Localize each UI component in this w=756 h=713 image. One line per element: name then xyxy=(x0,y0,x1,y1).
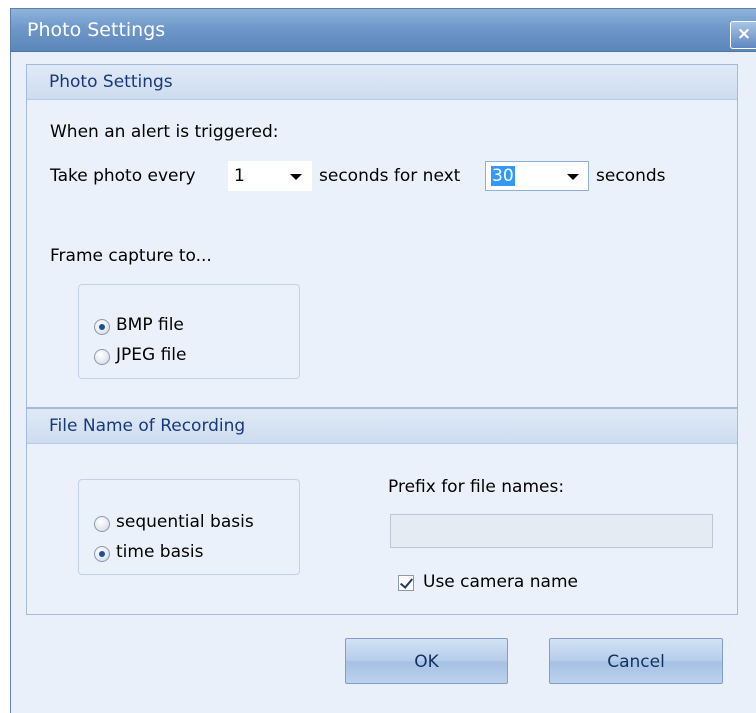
frame-capture-group: BMP file JPEG file xyxy=(78,284,300,379)
frame-capture-label: Frame capture to... xyxy=(50,246,212,266)
duration-dropdown[interactable]: 30 xyxy=(485,161,589,191)
bmp-label[interactable]: BMP file xyxy=(116,315,184,335)
title-bar[interactable]: Photo Settings × xyxy=(11,9,756,52)
alert-label: When an alert is triggered: xyxy=(50,122,279,142)
seconds-label: seconds xyxy=(596,166,666,186)
seconds-for-next-label: seconds for next xyxy=(319,166,461,186)
recording-header: File Name of Recording xyxy=(27,409,737,444)
take-photo-label: Take photo every xyxy=(50,166,196,186)
close-button[interactable]: × xyxy=(730,21,756,49)
photo-settings-panel: Photo Settings When an alert is triggere… xyxy=(26,64,738,408)
photo-settings-header: Photo Settings xyxy=(27,65,737,100)
ok-button[interactable]: OK xyxy=(345,638,508,684)
close-icon: × xyxy=(736,24,752,44)
recording-panel: File Name of Recording sequential basis … xyxy=(26,408,738,615)
jpeg-radio[interactable] xyxy=(94,349,110,365)
use-camera-name-checkbox[interactable] xyxy=(398,575,414,591)
duration-value: 30 xyxy=(491,166,515,186)
cancel-button[interactable]: Cancel xyxy=(549,638,723,684)
chevron-down-icon xyxy=(567,174,579,180)
time-basis-radio[interactable] xyxy=(94,546,110,562)
window-title: Photo Settings xyxy=(27,19,166,41)
chevron-down-icon xyxy=(290,174,302,180)
bmp-radio[interactable] xyxy=(94,319,110,335)
prefix-label: Prefix for file names: xyxy=(388,477,565,497)
use-camera-name-label[interactable]: Use camera name xyxy=(423,572,578,592)
jpeg-label[interactable]: JPEG file xyxy=(116,345,186,365)
prefix-input[interactable] xyxy=(390,514,713,548)
interval-value: 1 xyxy=(234,166,245,186)
sequential-radio[interactable] xyxy=(94,516,110,532)
time-basis-label[interactable]: time basis xyxy=(116,542,203,562)
naming-group: sequential basis time basis xyxy=(78,479,300,575)
recording-header-label: File Name of Recording xyxy=(49,416,246,436)
photo-settings-header-label: Photo Settings xyxy=(49,72,173,92)
interval-dropdown[interactable]: 1 xyxy=(228,161,312,191)
sequential-label[interactable]: sequential basis xyxy=(116,512,254,532)
photo-settings-dialog: Photo Settings × Photo Settings When an … xyxy=(10,8,756,713)
